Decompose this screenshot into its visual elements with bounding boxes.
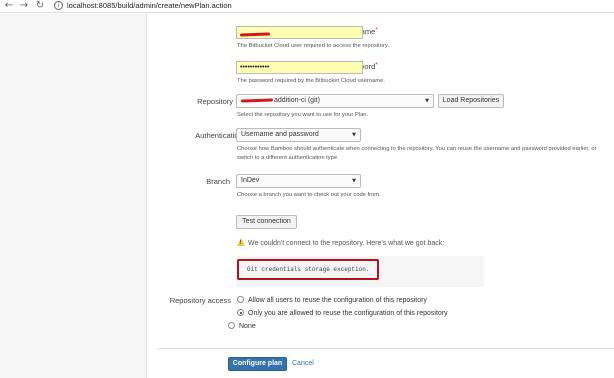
left-panel xyxy=(0,14,147,378)
dropdown-caret-icon: ▼ xyxy=(352,178,356,184)
radio-allow-all-users[interactable]: Allow all users to reuse the configurati… xyxy=(237,296,427,306)
cancel-link[interactable]: Cancel xyxy=(292,357,314,371)
connection-warning: We couldn't connect to the repository. H… xyxy=(237,237,444,249)
auth-type-help-line1: Choose how Bamboo should authenticate wh… xyxy=(237,146,597,152)
password-input[interactable]: •••••••••••• xyxy=(236,61,363,74)
username-input[interactable] xyxy=(236,26,363,39)
radio-button-checked[interactable] xyxy=(237,309,244,316)
branch-help: Choose a branch you want to check out yo… xyxy=(237,192,381,198)
repository-help: Select the repository you want to use fo… xyxy=(237,112,369,118)
redaction-mark xyxy=(239,32,271,37)
radio-none[interactable]: None xyxy=(228,322,256,332)
browser-toolbar: ← → ↻ i localhost:8085/build/admin/creat… xyxy=(0,0,614,13)
configure-plan-button[interactable]: Configure plan xyxy=(228,357,287,371)
create-plan-form: Username* The Bitbucket Cloud user requi… xyxy=(148,14,614,378)
error-message: Git credentials storage exception. xyxy=(247,266,370,273)
username-help: The Bitbucket Cloud user required to acc… xyxy=(237,43,389,49)
load-repositories-button[interactable]: Load Repositories xyxy=(438,94,504,108)
repository-access-label: Repository access xyxy=(169,296,231,305)
back-icon[interactable]: ← xyxy=(3,0,15,12)
password-help: The password required by the Bitbucket C… xyxy=(237,78,385,84)
reload-icon[interactable]: ↻ xyxy=(34,0,46,12)
form-divider xyxy=(158,348,614,349)
warning-icon xyxy=(237,238,245,246)
auth-type-help-line2: switch to a different authentication typ… xyxy=(237,155,339,161)
repository-select[interactable]: addition-ci (git) ▼ xyxy=(236,94,434,108)
auth-type-select[interactable]: Username and password ▼ xyxy=(236,128,361,142)
redaction-mark xyxy=(240,98,274,103)
test-connection-button[interactable]: Test connection xyxy=(236,215,297,229)
radio-only-you[interactable]: Only you are allowed to reuse the config… xyxy=(237,309,448,319)
dropdown-caret-icon: ▼ xyxy=(352,132,356,138)
address-bar[interactable]: i localhost:8085/build/admin/create/newP… xyxy=(50,0,610,12)
radio-button[interactable] xyxy=(228,322,235,329)
branch-label: Branch xyxy=(206,177,230,186)
site-info-icon[interactable]: i xyxy=(54,1,63,10)
branch-select[interactable]: InDev ▼ xyxy=(236,174,361,188)
dropdown-caret-icon: ▼ xyxy=(425,98,429,104)
repository-label: Repository xyxy=(197,97,233,106)
radio-button[interactable] xyxy=(237,296,244,303)
address-url: localhost:8085/build/admin/create/newPla… xyxy=(67,1,232,10)
forward-icon[interactable]: → xyxy=(18,0,30,12)
